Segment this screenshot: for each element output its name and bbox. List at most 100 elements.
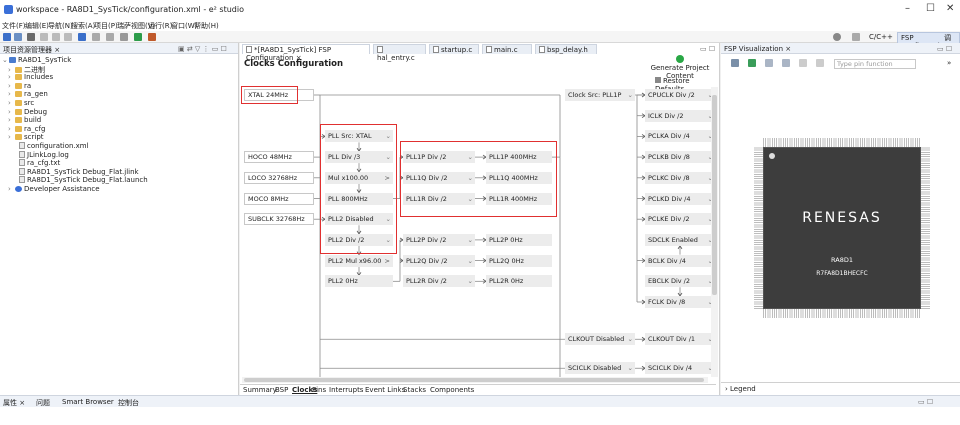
dropdown-chevron-icon[interactable]: ⌄ xyxy=(386,130,391,142)
source-xtal[interactable]: XTAL 24MHz xyxy=(244,89,314,101)
chip-pins-top[interactable] xyxy=(763,138,921,147)
tree-item[interactable]: › ra_gen xyxy=(8,90,48,98)
zoom-out-icon[interactable] xyxy=(765,59,773,67)
source-moco[interactable]: MOCO 8MHz xyxy=(244,192,314,205)
expand-arrow-icon[interactable]: › xyxy=(8,90,15,98)
more-icon[interactable]: » xyxy=(947,59,951,67)
tab-fsp-configuration[interactable]: *[RA8D1_SysTick] FSP Configuration × xyxy=(242,44,370,62)
clock-src-select[interactable]: Clock Src: PLL1P ⌄ xyxy=(565,89,635,101)
menu-help[interactable]: 帮助(H) xyxy=(194,21,219,31)
tree-item[interactable]: ⌄ RA8D1_SysTick xyxy=(2,56,71,64)
tab-pins[interactable]: Pins xyxy=(312,386,326,394)
editor-vertical-scrollbar[interactable] xyxy=(711,87,718,377)
pll1r-div-select[interactable]: PLL1R Div /2 ⌄ xyxy=(403,192,475,205)
pll2-src-select[interactable]: PLL2 Disabled ⌄ xyxy=(325,213,393,226)
expand-arrow-icon[interactable]: › xyxy=(8,185,15,193)
pll2r-output[interactable]: PLL2R 0Hz xyxy=(486,275,552,288)
legend-section[interactable]: › Legend xyxy=(721,382,960,395)
print-icon[interactable] xyxy=(816,59,824,67)
generate-project-content-button[interactable]: Generate Project Content xyxy=(640,55,720,80)
tab-main[interactable]: main.c xyxy=(482,44,532,54)
dropdown-chevron-icon[interactable]: ⌄ xyxy=(468,193,473,205)
clkout-src-select[interactable]: CLKOUT Disabled ⌄ xyxy=(565,333,635,346)
ebclk-div-select[interactable]: EBCLK Div /2⌄ xyxy=(645,275,715,288)
launch-icon[interactable] xyxy=(134,33,142,41)
expand-arrow-icon[interactable]: › xyxy=(8,82,15,90)
dropdown-chevron-icon[interactable]: ⌄ xyxy=(386,213,391,225)
export-icon[interactable] xyxy=(799,59,807,67)
vis-minmax-icon[interactable]: ▭ ☐ xyxy=(937,45,952,53)
expand-arrow-icon[interactable]: ⌄ xyxy=(2,56,9,64)
pll-div-select[interactable]: PLL Div /3 ⌄ xyxy=(325,151,393,164)
fit-icon[interactable] xyxy=(782,59,790,67)
bclk-div-select[interactable]: BCLK Div /4⌄ xyxy=(645,254,715,267)
view-menu-icon[interactable]: ▣ ⇄ ▽ ⋮ ▭ ☐ xyxy=(178,45,227,53)
tree-item[interactable]: › build xyxy=(8,116,41,124)
debug-config-icon[interactable] xyxy=(40,33,48,41)
stepper-icon[interactable]: > xyxy=(385,172,390,184)
tree-item[interactable]: › script xyxy=(8,133,44,141)
pclkc-div-select[interactable]: PCLKC Div /8⌄ xyxy=(645,171,715,184)
pll1q-div-select[interactable]: PLL1Q Div /2 ⌄ xyxy=(403,171,475,184)
pll1p-output[interactable]: PLL1P 400MHz xyxy=(486,151,552,164)
compare-icon[interactable] xyxy=(92,33,100,41)
pll2q-output[interactable]: PLL2Q 0Hz xyxy=(486,254,552,267)
pclkb-div-select[interactable]: PCLKB Div /8⌄ xyxy=(645,151,715,164)
minimize-button[interactable]: – xyxy=(905,3,910,14)
tree-item[interactable]: › ra xyxy=(8,82,31,90)
pll2-output[interactable]: PLL2 0Hz xyxy=(325,275,393,288)
menu-run[interactable]: 运行(R) xyxy=(148,21,172,31)
menu-navigate[interactable]: 导航(N) xyxy=(48,21,73,31)
pll1q-output[interactable]: PLL1Q 400MHz xyxy=(486,171,552,184)
pll-output[interactable]: PLL 800MHz xyxy=(325,192,393,205)
open-perspective-icon[interactable] xyxy=(852,33,860,41)
pclkd-div-select[interactable]: PCLKD Div /4⌄ xyxy=(645,192,715,205)
zoom-in-icon[interactable] xyxy=(748,59,756,67)
pclke-div-select[interactable]: PCLKE Div /2⌄ xyxy=(645,213,715,226)
pll2p-div-select[interactable]: PLL2P Div /2 ⌄ xyxy=(403,233,475,246)
chip-pins-bottom[interactable] xyxy=(763,309,921,318)
pll2p-output[interactable]: PLL2P 0Hz xyxy=(486,233,552,246)
tree-item[interactable]: › Developer Assistance xyxy=(8,185,100,193)
pll2q-div-select[interactable]: PLL2Q Div /2 ⌄ xyxy=(403,254,475,267)
pll2-div-select[interactable]: PLL2 Div /2 ⌄ xyxy=(325,233,393,246)
menu-file[interactable]: 文件(F) xyxy=(2,21,26,31)
tree-item[interactable]: RA8D1_SysTick Debug_Flat.jlink xyxy=(12,167,139,176)
back-icon[interactable] xyxy=(52,33,60,41)
clkout-div-select[interactable]: CLKOUT Div /1⌄ xyxy=(645,333,715,346)
source-subclk[interactable]: SUBCLK 32768Hz xyxy=(244,213,314,226)
pll-src-select[interactable]: PLL Src: XTAL ⌄ xyxy=(325,130,393,143)
dropdown-chevron-icon[interactable]: ⌄ xyxy=(628,333,633,345)
tree-item[interactable]: › src xyxy=(8,99,34,107)
tab-components[interactable]: Components xyxy=(430,386,474,394)
editor-minmax-icon[interactable]: ▭ ☐ xyxy=(700,45,715,53)
sciclk-div-select[interactable]: SCICLK Div /4⌄ xyxy=(645,362,715,375)
vis-tool-icon[interactable] xyxy=(731,59,739,67)
chip-pins-right[interactable] xyxy=(921,147,930,309)
perspective-cpp[interactable]: C/C++ xyxy=(866,32,896,42)
pclka-div-select[interactable]: PCLKA Div /4⌄ xyxy=(645,130,715,143)
dropdown-chevron-icon[interactable]: ⌄ xyxy=(628,89,633,101)
forward-icon[interactable] xyxy=(64,33,72,41)
vertical-scroll-thumb[interactable] xyxy=(712,95,717,295)
chip-pins-left[interactable] xyxy=(754,147,763,309)
expand-arrow-icon[interactable]: › xyxy=(8,133,15,141)
dropdown-chevron-icon[interactable]: ⌄ xyxy=(468,275,473,287)
menu-edit[interactable]: 编辑(E) xyxy=(25,21,49,31)
pll2r-div-select[interactable]: PLL2R Div /2 ⌄ xyxy=(403,275,475,288)
tab-bsp-delay[interactable]: bsp_delay.h xyxy=(535,44,597,54)
tree-item[interactable]: configuration.xml xyxy=(12,142,89,150)
stepper-icon[interactable]: > xyxy=(385,255,390,267)
expand-arrow-icon[interactable]: › xyxy=(8,108,15,116)
tab-bsp[interactable]: BSP xyxy=(275,386,288,394)
pll2-mul-stepper[interactable]: PLL2 Mul x96.00 > xyxy=(325,254,393,267)
pin-function-search[interactable]: Type pin function xyxy=(834,59,916,69)
iclk-div-select[interactable]: ICLK Div /2⌄ xyxy=(645,109,715,122)
outline-icon[interactable] xyxy=(106,33,114,41)
tab-interrupts[interactable]: Interrupts xyxy=(329,386,363,394)
dropdown-chevron-icon[interactable]: ⌄ xyxy=(468,255,473,267)
tree-item[interactable]: JLinkLog.log xyxy=(12,150,69,159)
maximize-button[interactable]: ☐ xyxy=(926,3,935,14)
sciclk-src-select[interactable]: SCICLK Disabled ⌄ xyxy=(565,362,635,375)
dropdown-chevron-icon[interactable]: ⌄ xyxy=(386,151,391,163)
